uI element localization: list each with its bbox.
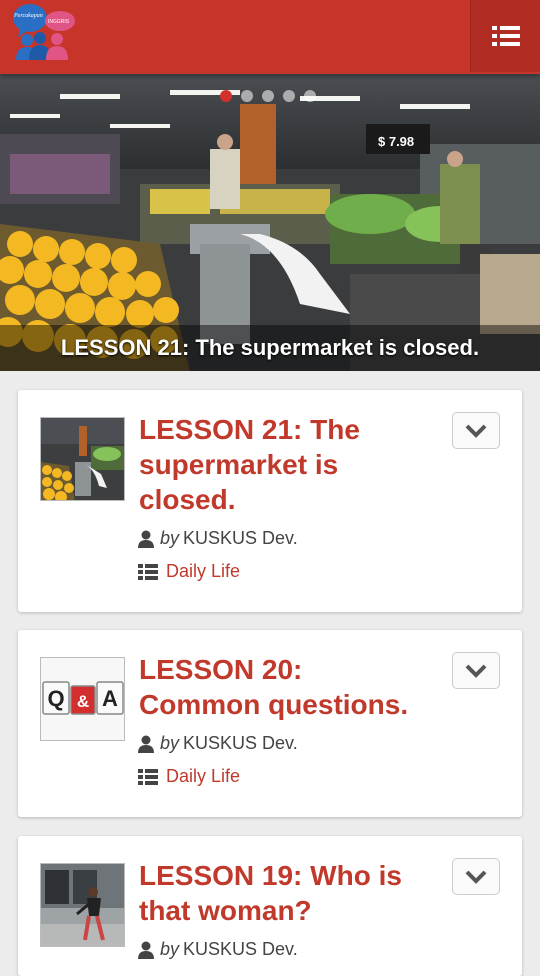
lesson-card[interactable]: LESSON 21: The supermarket is closed. by…	[18, 390, 522, 612]
lesson-author-row: by KUSKUS Dev.	[138, 528, 298, 549]
lesson-category-row: Daily Life	[138, 766, 240, 787]
lesson-author: KUSKUS Dev.	[183, 528, 298, 548]
slider-caption-bar: LESSON 21: The supermarket is closed.	[0, 325, 540, 371]
slider-dot[interactable]	[241, 90, 253, 102]
slider-dot[interactable]	[304, 90, 316, 102]
lesson-author: KUSKUS Dev.	[183, 939, 298, 959]
lesson-author-row: by KUSKUS Dev.	[138, 733, 298, 754]
lesson-category-row: Daily Life	[138, 561, 240, 582]
lesson-thumbnail[interactable]	[40, 417, 125, 501]
svg-text:INGGRIS: INGGRIS	[48, 19, 70, 25]
lesson-card[interactable]: LESSON 19: Who is that woman? by KUSKUS …	[18, 836, 522, 976]
lesson-title[interactable]: LESSON 19: Who is that woman?	[139, 858, 429, 928]
lesson-title[interactable]: LESSON 21: The supermarket is closed.	[139, 412, 429, 517]
featured-slider[interactable]: $ 7.98 LESSON 21: The supermarket is clo…	[0, 74, 540, 371]
chevron-down-icon	[465, 664, 487, 678]
app-logo[interactable]: Percakapan INGGRIS	[10, 2, 76, 64]
grid-icon	[138, 563, 158, 580]
app-header: Percakapan INGGRIS	[0, 0, 540, 74]
expand-button[interactable]	[452, 858, 500, 895]
lesson-author: KUSKUS Dev.	[183, 733, 298, 753]
slider-pagination	[220, 90, 316, 102]
lesson-category-link[interactable]: Daily Life	[166, 766, 240, 787]
lesson-author-row: by KUSKUS Dev.	[138, 939, 298, 960]
expand-button[interactable]	[452, 412, 500, 449]
svg-text:A: A	[102, 686, 118, 711]
by-label: by	[160, 733, 180, 753]
by-label: by	[160, 528, 180, 548]
expand-button[interactable]	[452, 652, 500, 689]
svg-text:Q: Q	[47, 686, 64, 711]
lesson-thumbnail[interactable]: Q & A	[40, 657, 125, 741]
slider-dot[interactable]	[220, 90, 232, 102]
lesson-category-link[interactable]: Daily Life	[166, 561, 240, 582]
lesson-title[interactable]: LESSON 20: Common questions.	[139, 652, 429, 722]
user-icon	[138, 530, 154, 548]
svg-text:&: &	[77, 692, 89, 711]
grid-icon	[138, 768, 158, 785]
by-label: by	[160, 939, 180, 959]
lesson-card[interactable]: Q & A LESSON 20: Common questions. by KU…	[18, 630, 522, 817]
svg-text:$ 7.98: $ 7.98	[378, 134, 414, 149]
lesson-thumbnail[interactable]	[40, 863, 125, 947]
user-icon	[138, 735, 154, 753]
slider-caption[interactable]: LESSON 21: The supermarket is closed.	[61, 335, 479, 361]
menu-button[interactable]	[470, 0, 540, 72]
chevron-down-icon	[465, 870, 487, 884]
slider-dot[interactable]	[262, 90, 274, 102]
chevron-down-icon	[465, 424, 487, 438]
list-menu-icon	[491, 26, 520, 46]
svg-text:Percakapan: Percakapan	[13, 13, 43, 19]
user-icon	[138, 941, 154, 959]
slider-dot[interactable]	[283, 90, 295, 102]
